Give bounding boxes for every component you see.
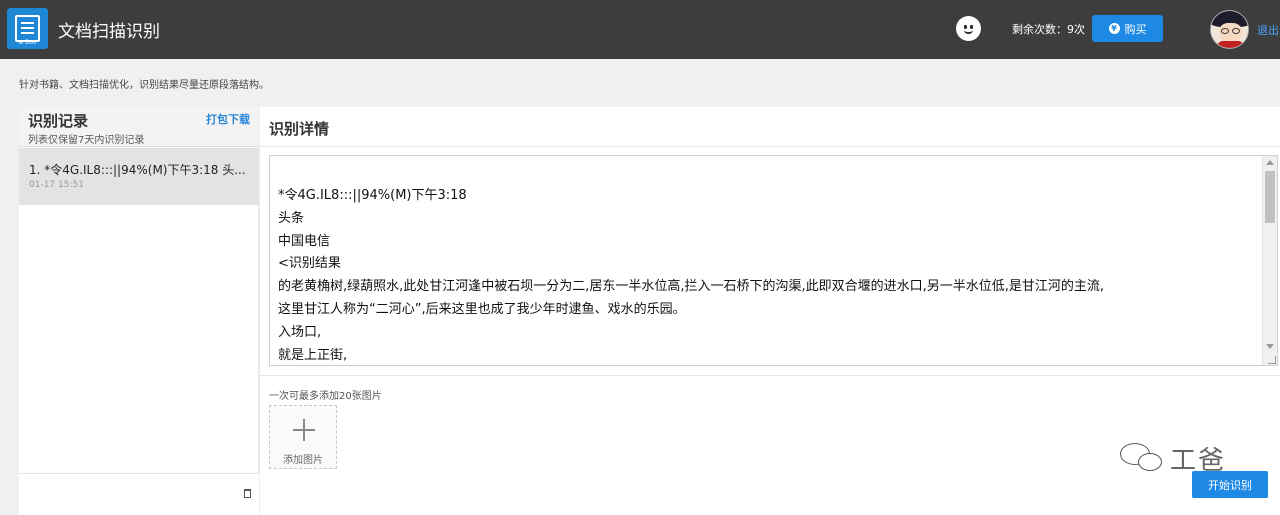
result-line: 头条 xyxy=(278,210,305,226)
avatar[interactable] xyxy=(1210,10,1249,49)
scroll-thumb[interactable] xyxy=(1265,171,1275,223)
result-line: 就是上正街, xyxy=(278,347,348,363)
scroll-down-arrow-icon[interactable] xyxy=(1266,344,1274,349)
logo-tag: ≡ Doc xyxy=(18,39,37,46)
result-text: *令4G.IL8:::||94%(M)下午3:18 头条 中国电信 <识别结果 … xyxy=(278,185,1258,365)
detail-title: 识别详情 xyxy=(269,120,330,138)
records-panel: 识别记录 列表仅保留7天内识别记录 打包下载 1. *令4G.IL8:::||9… xyxy=(19,107,259,515)
record-title: 1. *令4G.IL8:::||94%(M)下午3:18 头... xyxy=(29,163,246,177)
remaining-count: 剩余次数：9次 xyxy=(1012,23,1085,36)
logout-link[interactable]: 退出 xyxy=(1257,22,1279,38)
trash-icon[interactable] xyxy=(244,489,251,498)
wechat-icon xyxy=(1120,442,1164,475)
app-title: 文档扫描识别 xyxy=(58,22,160,42)
result-line: 入场口, xyxy=(278,324,322,340)
resize-handle-icon[interactable] xyxy=(1268,356,1276,364)
add-image-button[interactable]: 添加图片 xyxy=(269,405,337,469)
detail-header: 识别详情 xyxy=(260,107,1280,147)
list-item[interactable]: 1. *令4G.IL8:::||94%(M)下午3:18 头... 01-17 … xyxy=(19,148,259,205)
divider xyxy=(260,375,1280,376)
coin-icon: ¥ xyxy=(1108,23,1120,34)
record-time: 01-17 15:51 xyxy=(29,180,84,190)
textarea-scrollbar[interactable] xyxy=(1262,156,1277,365)
records-title: 识别记录 xyxy=(28,112,89,130)
buy-button-label: 购买 xyxy=(1124,22,1147,36)
records-note: 列表仅保留7天内识别记录 xyxy=(28,135,145,146)
scroll-up-arrow-icon[interactable] xyxy=(1266,160,1274,165)
result-line: *令4G.IL8:::||94%(M)下午3:18 xyxy=(278,188,467,203)
records-footer xyxy=(19,473,259,515)
start-recognition-button[interactable]: 开始识别 xyxy=(1192,471,1268,498)
app-logo: ≡ Doc xyxy=(7,8,48,49)
result-line: 这里甘江人称为“二河心”,后来这里也成了我少年时逮鱼、戏水的乐园。 xyxy=(278,301,686,317)
result-line: 中国电信 xyxy=(278,233,331,249)
records-header: 识别记录 列表仅保留7天内识别记录 打包下载 xyxy=(19,107,259,147)
top-bar: ≡ Doc 文档扫描识别 剩余次数：9次 ¥ 购买 退出 xyxy=(0,0,1280,59)
download-all-link[interactable]: 打包下载 xyxy=(206,111,250,127)
image-limit-note: 一次可最多添加20张图片 xyxy=(269,391,382,402)
page-subtitle: 针对书籍、文档扫描优化，识别结果尽量还原段落结构。 xyxy=(19,80,269,91)
result-textarea[interactable]: *令4G.IL8:::||94%(M)下午3:18 头条 中国电信 <识别结果 … xyxy=(269,155,1278,366)
result-line: 的老黄桷树,绿葫照水,此处甘江河逢中被石坝一分为二,居东一半水位高,拦入一石桥下… xyxy=(278,279,1105,295)
result-line: <识别结果 xyxy=(278,256,341,272)
message-icon[interactable] xyxy=(956,16,981,41)
buy-button[interactable]: ¥ 购买 xyxy=(1092,15,1163,42)
add-image-label: 添加图片 xyxy=(283,455,323,466)
document-icon xyxy=(15,15,40,42)
